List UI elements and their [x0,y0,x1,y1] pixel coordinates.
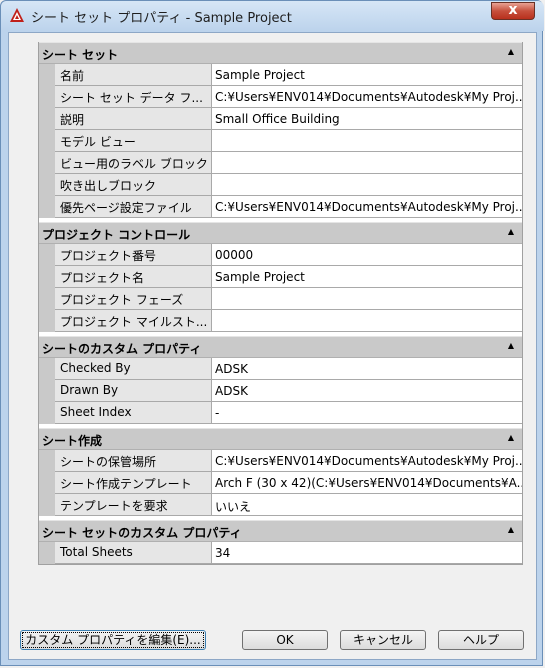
property-name: シート セット データ フ... [55,86,212,108]
help-button[interactable]: ヘルプ [438,630,524,650]
section-header-sheet-set[interactable]: シート セット ▲ [39,42,522,64]
grid-gutter [39,450,55,516]
edit-custom-properties-button[interactable]: カスタム プロパティを編集(E)... [20,630,206,650]
property-name: Checked By [55,358,212,380]
section-title: シートのカスタム プロパティ [42,342,202,356]
property-name: ビュー用のラベル ブロック [55,152,212,174]
property-value[interactable] [212,152,522,174]
property-row[interactable]: シートの保管場所 C:¥Users¥ENV014¥Documents¥Autod… [55,450,522,472]
property-row[interactable]: 優先ページ設定ファイル C:¥Users¥ENV014¥Documents¥Au… [55,196,522,218]
property-value[interactable]: C:¥Users¥ENV014¥Documents¥Autodesk¥My Pr… [212,450,522,472]
cancel-button[interactable]: キャンセル [340,630,426,650]
grid-gutter [39,64,55,218]
property-value[interactable]: Arch F (30 x 42)(C:¥Users¥ENV014¥Documen… [212,472,522,494]
collapse-arrow-icon[interactable]: ▲ [508,341,514,350]
property-name: シート作成テンプレート [55,472,212,494]
property-value[interactable]: Sample Project [212,266,522,288]
property-row[interactable]: ビュー用のラベル ブロック [55,152,522,174]
property-row[interactable]: Sheet Index - [55,402,522,424]
section-title: シート セット [42,48,119,62]
property-name: Sheet Index [55,402,212,424]
property-row[interactable]: Total Sheets 34 [55,542,522,564]
property-value[interactable]: - [212,402,522,424]
property-row[interactable]: モデル ビュー [55,130,522,152]
property-row[interactable]: シート作成テンプレート Arch F (30 x 42)(C:¥Users¥EN… [55,472,522,494]
close-button[interactable]: x [491,2,535,20]
property-name: 吹き出しブロック [55,174,212,196]
property-row[interactable]: 説明 Small Office Building [55,108,522,130]
property-name: プロジェクト フェーズ [55,288,212,310]
section-header-sheet-creation[interactable]: シート作成 ▲ [39,428,522,450]
property-row[interactable]: プロジェクト番号 00000 [55,244,522,266]
property-value[interactable]: 34 [212,542,522,564]
property-row[interactable]: プロジェクト フェーズ [55,288,522,310]
property-name: シートの保管場所 [55,450,212,472]
section-header-project-control[interactable]: プロジェクト コントロール ▲ [39,222,522,244]
property-row[interactable]: テンプレートを要求 いいえ [55,494,522,516]
property-name: テンプレートを要求 [55,494,212,516]
property-row[interactable]: 名前 Sample Project [55,64,522,86]
property-name: Drawn By [55,380,212,402]
property-value[interactable]: Sample Project [212,64,522,86]
property-row[interactable]: Drawn By ADSK [55,380,522,402]
property-row[interactable]: Checked By ADSK [55,358,522,380]
property-value[interactable] [212,310,522,332]
title-bar[interactable]: シート セット プロパティ - Sample Project x [1,1,544,31]
property-value[interactable]: ADSK [212,358,522,380]
autocad-icon [10,8,24,22]
grid-gutter [39,542,55,564]
property-value[interactable]: 00000 [212,244,522,266]
property-row[interactable]: プロジェクト名 Sample Project [55,266,522,288]
section-header-sheet-custom[interactable]: シートのカスタム プロパティ ▲ [39,336,522,358]
property-value[interactable]: いいえ [212,494,522,516]
ok-button[interactable]: OK [242,630,328,650]
property-value[interactable]: C:¥Users¥ENV014¥Documents¥Autodesk¥My Pr… [212,86,522,108]
window-title: シート セット プロパティ - Sample Project [31,11,292,26]
property-name: プロジェクト マイルスト... [55,310,212,332]
property-name: 優先ページ設定ファイル [55,196,212,218]
property-name: Total Sheets [55,542,212,564]
property-row[interactable]: 吹き出しブロック [55,174,522,196]
property-value[interactable] [212,130,522,152]
collapse-arrow-icon[interactable]: ▲ [508,433,514,442]
property-row[interactable]: プロジェクト マイルスト... [55,310,522,332]
property-name: プロジェクト名 [55,266,212,288]
collapse-arrow-icon[interactable]: ▲ [508,525,514,534]
grid-gutter [39,358,55,424]
section-header-sheet-set-custom[interactable]: シート セットのカスタム プロパティ ▲ [39,520,522,542]
property-value[interactable]: Small Office Building [212,108,522,130]
property-value[interactable]: C:¥Users¥ENV014¥Documents¥Autodesk¥My Pr… [212,196,522,218]
property-value[interactable]: ADSK [212,380,522,402]
property-value[interactable] [212,288,522,310]
section-title: プロジェクト コントロール [42,228,191,242]
property-value[interactable] [212,174,522,196]
grid-gutter [39,244,55,332]
property-row[interactable]: シート セット データ フ... C:¥Users¥ENV014¥Documen… [55,86,522,108]
section-title: シート セットのカスタム プロパティ [42,526,242,540]
property-name: 名前 [55,64,212,86]
property-name: 説明 [55,108,212,130]
close-icon: x [508,2,518,18]
section-title: シート作成 [42,434,103,448]
collapse-arrow-icon[interactable]: ▲ [508,227,514,236]
property-name: モデル ビュー [55,130,212,152]
collapse-arrow-icon[interactable]: ▲ [508,47,514,56]
property-name: プロジェクト番号 [55,244,212,266]
